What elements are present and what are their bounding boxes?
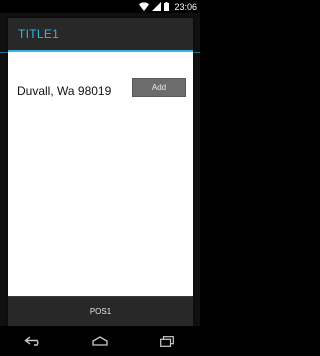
dialog-title: TITLE1: [18, 27, 60, 41]
dialog: TITLE1 Duvall, Wa 98019 Add POS1: [8, 18, 193, 326]
wifi-icon: [139, 2, 150, 11]
signal-icon: [152, 2, 162, 11]
battery-icon: [164, 2, 170, 11]
navigation-bar: [0, 326, 200, 356]
add-button[interactable]: Add: [132, 78, 186, 97]
dialog-header: TITLE1: [8, 18, 193, 52]
back-icon[interactable]: [13, 326, 53, 356]
dialog-body: Duvall, Wa 98019 Add: [8, 54, 193, 296]
recents-icon[interactable]: [147, 326, 187, 356]
home-icon[interactable]: [80, 326, 120, 356]
dialog-footer[interactable]: POS1: [8, 296, 193, 326]
address-text: Duvall, Wa 98019: [17, 84, 112, 98]
status-clock: 23:06: [174, 1, 197, 12]
positive-button[interactable]: POS1: [90, 307, 111, 316]
status-bar: 23:06: [0, 0, 200, 13]
